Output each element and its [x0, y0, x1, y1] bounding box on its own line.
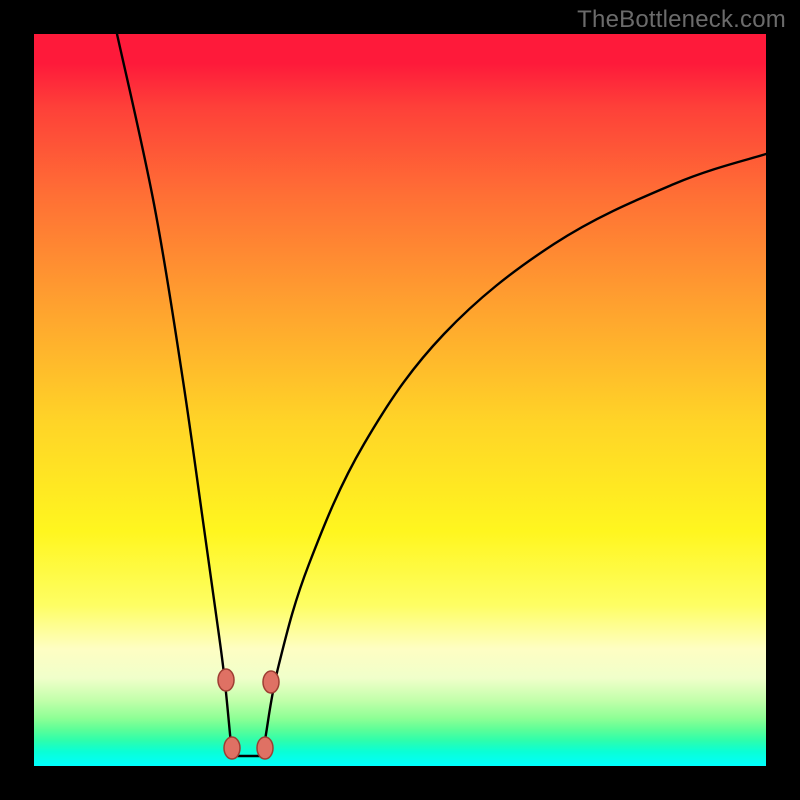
curve-right-branch [264, 154, 766, 754]
curve-marker-1 [263, 671, 279, 693]
curve-left-branch [117, 34, 232, 754]
curve-marker-0 [218, 669, 234, 691]
watermark-label: TheBottleneck.com [577, 6, 786, 34]
curve-marker-2 [224, 737, 240, 759]
curve-marker-3 [257, 737, 273, 759]
chart-plot-area [34, 34, 766, 766]
bottleneck-curve [34, 34, 766, 766]
